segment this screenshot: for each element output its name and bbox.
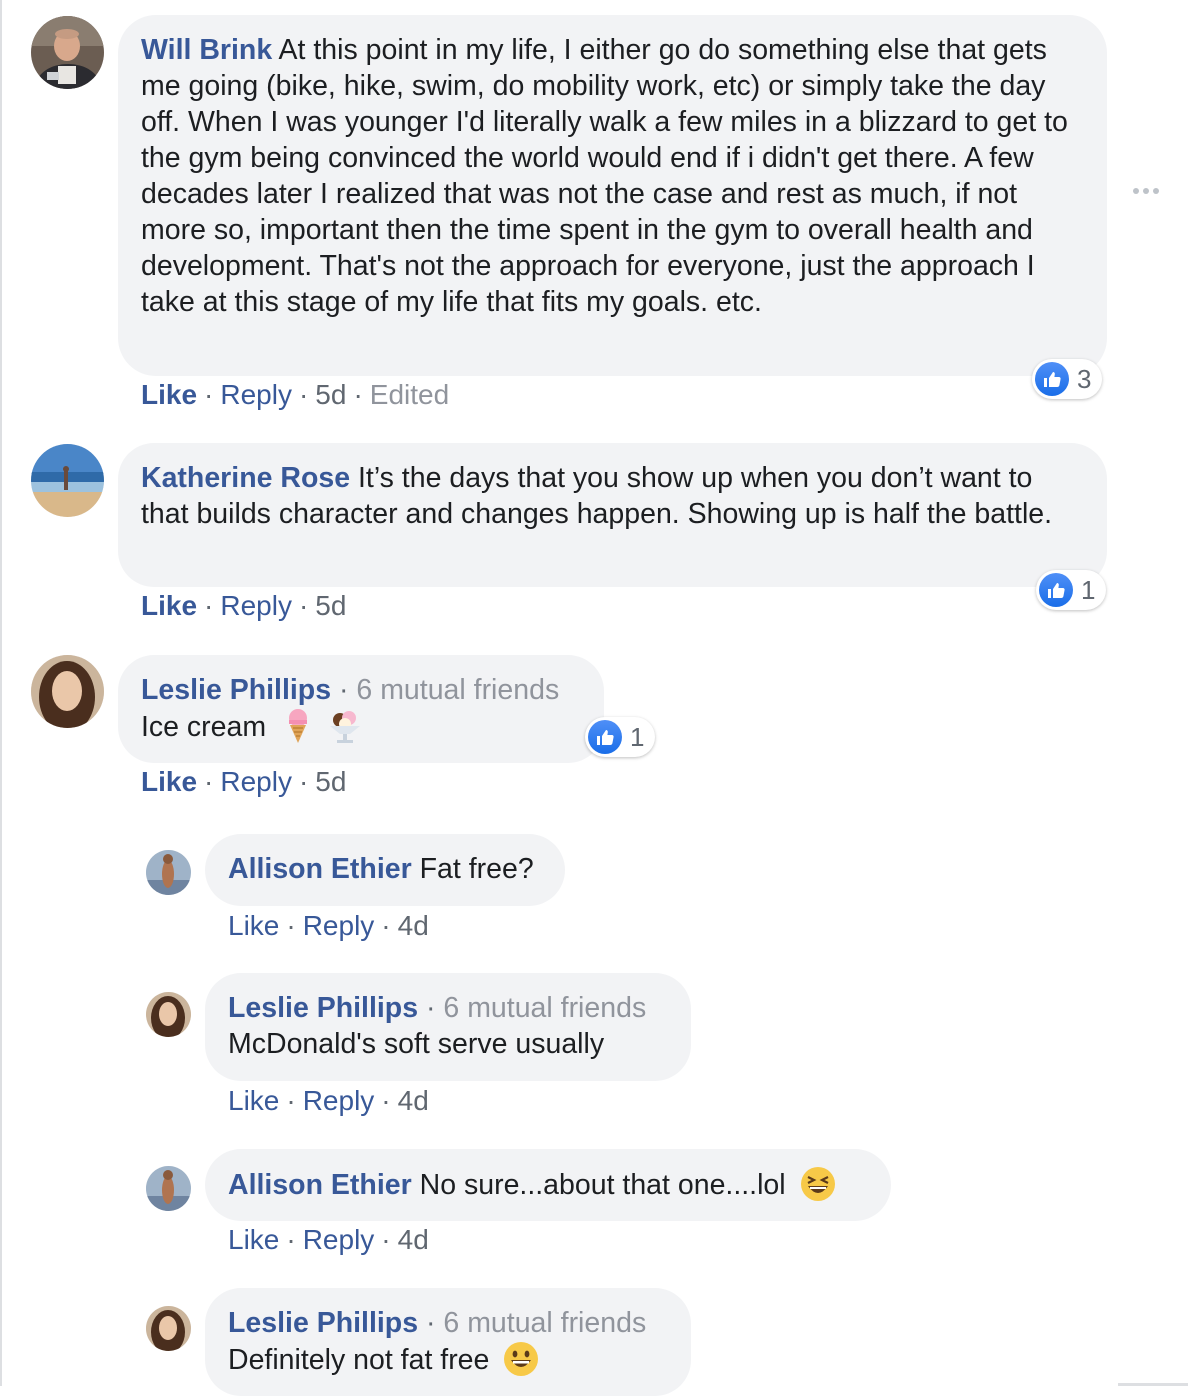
thumbs-up-icon <box>1035 362 1069 396</box>
like-link[interactable]: Like <box>228 910 279 941</box>
reply-text: Definitely not fat free <box>228 1344 490 1376</box>
comment-actions: Like · Reply · 5d <box>141 590 347 621</box>
timestamp[interactable]: 4d <box>398 910 429 941</box>
reply-link[interactable]: Reply <box>220 766 292 797</box>
comment-bubble: Leslie Phillips · 6 mutual friends Ice c… <box>118 655 604 763</box>
reply-link[interactable]: Reply <box>220 379 292 410</box>
reply-link[interactable]: Reply <box>303 910 375 941</box>
reply-text: McDonald's soft serve usually <box>228 1028 605 1060</box>
avatar[interactable] <box>31 655 104 728</box>
timestamp[interactable]: 5d <box>315 379 346 410</box>
avatar[interactable] <box>31 16 104 89</box>
reply-text: No sure...about that one....lol <box>419 1169 786 1201</box>
reply-link[interactable]: Reply <box>303 1224 375 1255</box>
reply-link[interactable]: Reply <box>220 590 292 621</box>
edited-label[interactable]: Edited <box>370 379 449 410</box>
timestamp[interactable]: 5d <box>315 766 346 797</box>
comment-author[interactable]: Katherine Rose <box>141 462 350 494</box>
ice-cream-sundae-icon <box>328 708 362 753</box>
timestamp[interactable]: 4d <box>398 1224 429 1255</box>
comment-text: At this point in my life, I either go do… <box>141 34 1068 318</box>
like-link[interactable]: Like <box>141 590 197 621</box>
avatar[interactable] <box>146 1166 191 1211</box>
comment-author[interactable]: Will Brink <box>141 34 272 66</box>
timestamp[interactable]: 4d <box>398 1085 429 1116</box>
reply-link[interactable]: Reply <box>303 1085 375 1116</box>
reaction-number: 1 <box>630 721 645 752</box>
reaction-count[interactable]: 3 <box>1032 359 1103 399</box>
thumbs-up-icon <box>1039 573 1073 607</box>
avatar[interactable] <box>146 850 191 895</box>
reply-author[interactable]: Allison Ethier <box>228 1169 412 1201</box>
reply-bubble: Allison Ethier No sure...about that one.… <box>205 1149 891 1221</box>
reaction-number: 1 <box>1081 574 1096 605</box>
comment-bubble: Will Brink At this point in my life, I e… <box>118 15 1107 376</box>
comment-bubble: Katherine Rose It’s the days that you sh… <box>118 443 1107 587</box>
reaction-number: 3 <box>1077 363 1092 394</box>
reply-bubble: Leslie Phillips · 6 mutual friends Defin… <box>205 1288 691 1396</box>
reaction-count[interactable]: 1 <box>1036 570 1107 610</box>
comment-author[interactable]: Leslie Phillips <box>141 674 331 706</box>
reply-author[interactable]: Leslie Phillips <box>228 992 418 1024</box>
thumbs-up-icon <box>588 720 622 754</box>
ice-cream-cone-icon <box>284 708 312 753</box>
like-link[interactable]: Like <box>228 1085 279 1116</box>
avatar[interactable] <box>146 992 191 1037</box>
more-horizontal-icon[interactable] <box>1133 188 1159 194</box>
avatar[interactable] <box>31 444 104 517</box>
reply-actions: Like · Reply · 4d <box>228 1224 429 1255</box>
reply-actions: Like · Reply · 4d <box>228 1085 429 1116</box>
comment-text: Ice cream <box>141 711 267 743</box>
like-link[interactable]: Like <box>228 1224 279 1255</box>
grinning-face-icon <box>503 1341 539 1386</box>
avatar[interactable] <box>146 1306 191 1351</box>
reply-bubble: Leslie Phillips · 6 mutual friends McDon… <box>205 973 691 1081</box>
like-link[interactable]: Like <box>141 379 197 410</box>
reply-actions: Like · Reply · 4d <box>228 910 429 941</box>
feed-left-border <box>0 0 2 1386</box>
timestamp[interactable]: 5d <box>315 590 346 621</box>
comment-actions: Like · Reply · 5d · Edited <box>141 379 450 410</box>
reply-bubble: Allison Ethier Fat free? <box>205 834 565 906</box>
reaction-count[interactable]: 1 <box>585 717 656 757</box>
mutual-friends[interactable]: 6 mutual friends <box>356 674 559 706</box>
laughing-face-icon <box>800 1166 836 1211</box>
reply-author[interactable]: Allison Ethier <box>228 853 412 885</box>
mutual-friends[interactable]: 6 mutual friends <box>443 992 646 1024</box>
like-link[interactable]: Like <box>141 766 197 797</box>
reply-author[interactable]: Leslie Phillips <box>228 1307 418 1339</box>
comment-actions: Like · Reply · 5d <box>141 766 347 797</box>
mutual-friends[interactable]: 6 mutual friends <box>443 1307 646 1339</box>
reply-text: Fat free? <box>419 853 534 885</box>
